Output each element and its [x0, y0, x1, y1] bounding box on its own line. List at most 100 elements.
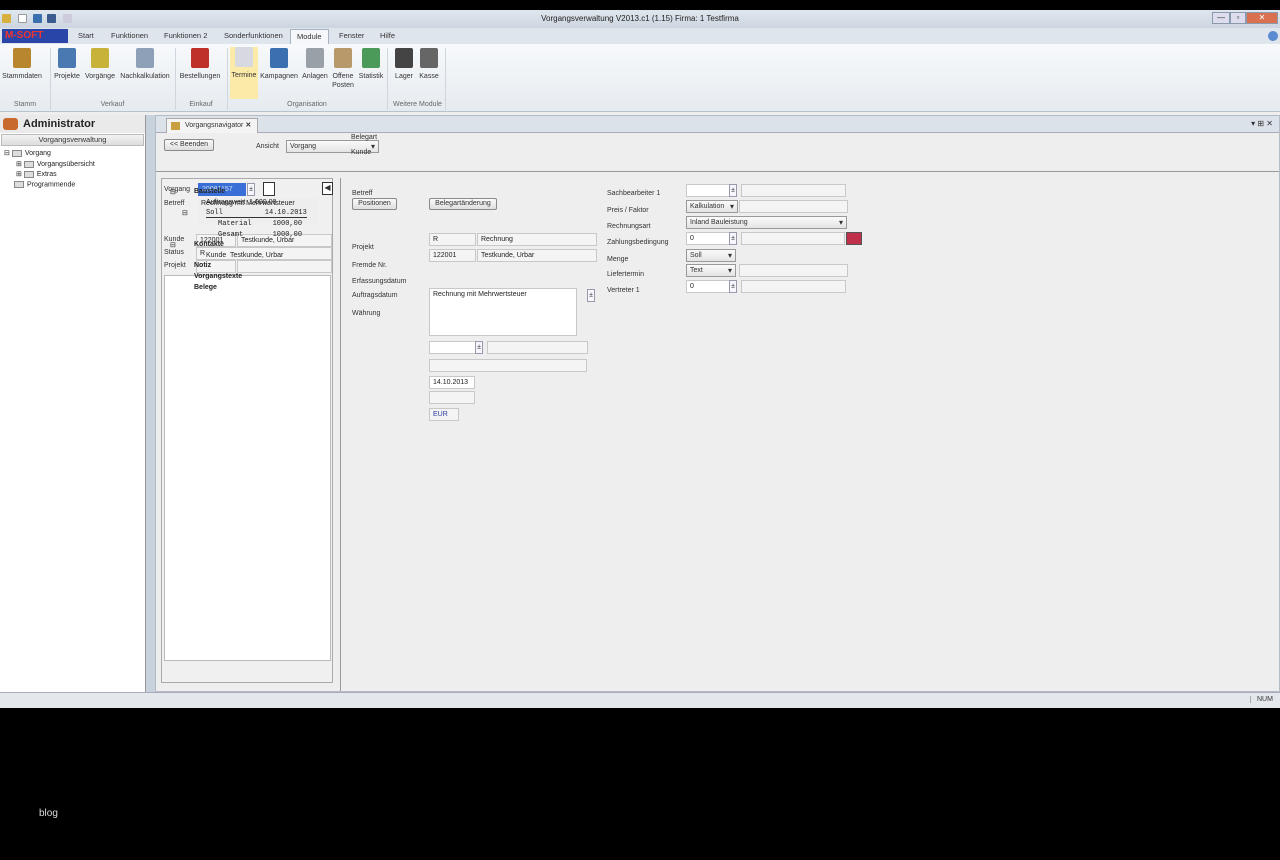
bestellungen-icon: [191, 48, 209, 68]
window-controls[interactable]: ▾ ⊞ ✕: [1251, 119, 1273, 128]
vorg-nge-icon: [91, 48, 109, 68]
tab-sonderfunktionen[interactable]: Sonderfunktionen: [224, 31, 283, 40]
projekte-icon: [58, 48, 76, 68]
tab-funktionen[interactable]: Funktionen: [111, 31, 148, 40]
sachbearbeiter-input[interactable]: [686, 184, 732, 197]
button-label: Lager: [395, 73, 413, 80]
expand-toggle-icon[interactable]: ⊟: [170, 241, 176, 249]
projekt-spin[interactable]: ±: [475, 341, 483, 354]
app-menu-button[interactable]: M-SOFT: [2, 29, 68, 43]
tree-item-programmende[interactable]: Programmende: [14, 181, 75, 188]
betreff-label: Betreff: [164, 200, 185, 207]
eraser-icon[interactable]: [846, 232, 862, 245]
vertreter-name: [741, 280, 846, 293]
anlagen-icon: [306, 48, 324, 68]
belegartaenderung-button[interactable]: Belegartänderung: [429, 198, 497, 210]
ribbon-button-anlagen[interactable]: Anlagen: [301, 48, 329, 81]
tab-start[interactable]: Start: [78, 31, 94, 40]
ribbon-group-label: Organisation: [287, 101, 327, 108]
kasse-icon: [420, 48, 438, 68]
collapse-panel-button[interactable]: ◀: [322, 182, 333, 195]
window-title: Vorgangsverwaltung V2013.c1 (1.15) Firma…: [541, 14, 739, 23]
ribbon-button-bestellungen[interactable]: Bestellungen: [178, 48, 222, 81]
minimize-button[interactable]: —: [1212, 12, 1230, 24]
expand-toggle-icon[interactable]: ⊟: [170, 188, 176, 196]
erfassung-label: Erfassungsdatum: [352, 278, 407, 285]
info-tree-item: Vorgangstexte: [194, 273, 243, 280]
tab-module[interactable]: Module: [290, 29, 329, 44]
betreff-textarea[interactable]: Rechnung mit Mehrwertsteuer: [429, 288, 577, 336]
button-label: Projekte: [54, 73, 80, 80]
projekt-name-field: [487, 341, 588, 354]
button-label: Kampagnen: [260, 73, 298, 80]
zahlung-spin[interactable]: ±: [729, 232, 737, 245]
waehrung-field[interactable]: EUR: [429, 408, 459, 421]
ribbon-button-projekte[interactable]: Projekte: [53, 48, 81, 81]
navigator-body: << BeendenAnsichtVorgangVorgang20081157±…: [156, 133, 1279, 691]
erfassungsdatum-input[interactable]: 14.10.2013: [429, 376, 475, 389]
sachbearbeiter-label: Sachbearbeiter 1: [607, 190, 661, 197]
info-tree-item: Kunde Testkunde, Urbar: [206, 252, 284, 259]
ribbon-group-label: Weitere Module: [393, 101, 442, 108]
nachkalkulation-icon: [136, 48, 154, 68]
preis-faktor-select[interactable]: Kalkulation: [686, 200, 738, 213]
ribbon-button-kampagnen[interactable]: Kampagnen: [260, 48, 298, 81]
vertreter-spin[interactable]: ±: [729, 280, 737, 293]
tree-item-vorgang[interactable]: ⊟ Vorgang: [4, 149, 51, 157]
info-tree-item: Kontakte: [194, 241, 224, 248]
tree-item-extras[interactable]: ⊞ Extras: [16, 170, 57, 178]
liefertermin-select[interactable]: Text: [686, 264, 736, 277]
close-button[interactable]: ✕: [1246, 12, 1278, 24]
vorgang-label: Vorgang: [164, 186, 191, 193]
help-icon[interactable]: [1268, 31, 1278, 41]
tab-funktionen-2[interactable]: Funktionen 2: [164, 31, 207, 40]
projekt-name-field: [237, 260, 332, 273]
users-icon: [3, 118, 18, 130]
ribbon-button-nachkalkulation[interactable]: Nachkalkulation: [118, 48, 172, 81]
splitter[interactable]: [146, 115, 155, 692]
ribbon-button-statistik[interactable]: Statistik: [357, 48, 385, 81]
zahlungsbedingung-input[interactable]: 0: [686, 232, 732, 245]
ribbon-button-termine[interactable]: Termine: [230, 47, 258, 99]
ribbon-button-offene-posten[interactable]: Offene Posten: [331, 48, 355, 90]
vertreter-input[interactable]: 0: [686, 280, 732, 293]
ribbon-button-stammdaten[interactable]: Stammdaten: [2, 48, 42, 81]
tab-fenster[interactable]: Fenster: [339, 31, 364, 40]
ansicht-label: Ansicht: [256, 143, 279, 150]
fremde-nr-input[interactable]: [429, 359, 587, 372]
betreff-spin[interactable]: ±: [587, 289, 595, 302]
application-window: Vorgangsverwaltung V2013.c1 (1.15) Firma…: [0, 10, 1280, 708]
statistik-icon: [362, 48, 380, 68]
sachbearbeiter-spin[interactable]: ±: [729, 184, 737, 197]
beenden-button[interactable]: << Beenden: [164, 139, 214, 151]
liefertermin-field: [739, 264, 848, 277]
ribbon-button-vorg-nge[interactable]: Vorgänge: [84, 48, 116, 81]
tab-vorgangsnavigator[interactable]: Vorgangsnavigator ✕: [166, 118, 259, 133]
title-bar: Vorgangsverwaltung V2013.c1 (1.15) Firma…: [0, 10, 1280, 28]
preis-faktor-field: [739, 200, 848, 213]
info-tree-item: Belege: [194, 284, 217, 291]
auftragsdatum-input[interactable]: [429, 391, 475, 404]
button-label: Anlagen: [302, 73, 328, 80]
expand-toggle-icon[interactable]: ⊟: [182, 209, 188, 217]
menge-select[interactable]: Soll: [686, 249, 736, 262]
num-lock-indicator: NUM: [1250, 696, 1273, 703]
ribbon-button-kasse[interactable]: Kasse: [418, 48, 440, 81]
vorgang-spin[interactable]: ±: [247, 183, 255, 196]
nav-header[interactable]: Vorgangsverwaltung: [1, 134, 144, 146]
tree-item-vorgangsuebersicht[interactable]: ⊞ Vorgangsübersicht: [16, 160, 95, 168]
projekt-input[interactable]: [429, 341, 477, 354]
rechnungsart-select[interactable]: Inland Bauleistung: [686, 216, 847, 229]
ribbon-group-label: Stamm: [13, 101, 37, 108]
maximize-button[interactable]: ▫: [1230, 12, 1246, 24]
sidebar: Administrator Vorgangsverwaltung ⊟ Vorga…: [0, 115, 146, 692]
vertreter-label: Vertreter 1: [607, 287, 640, 294]
ribbon-button-lager[interactable]: Lager: [393, 48, 415, 81]
positionen-button[interactable]: Positionen: [352, 198, 397, 210]
button-label: Termine: [231, 72, 257, 79]
user-header: Administrator: [0, 115, 145, 133]
close-tab-icon[interactable]: ✕: [245, 122, 251, 129]
tab-hilfe[interactable]: Hilfe: [380, 31, 395, 40]
document-tabs: Vorgangsnavigator ✕ ▾ ⊞ ✕: [156, 116, 1279, 133]
document-icon[interactable]: [263, 182, 275, 196]
